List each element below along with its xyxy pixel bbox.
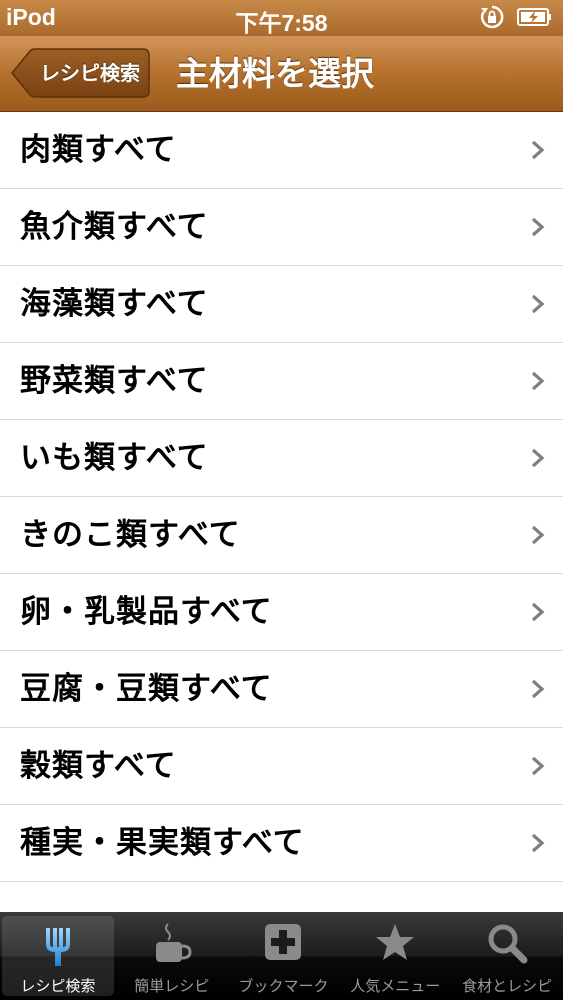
tab-label: ブックマーク [238,978,329,995]
magnifier-icon [486,922,528,968]
rotation-lock-icon [479,4,505,30]
list-item[interactable]: 豆腐・豆類すべて [0,651,563,728]
chevron-right-icon [531,602,545,622]
plus-box-icon [263,922,303,968]
chevron-right-icon [531,679,545,699]
tab-popular-menu[interactable]: 人気メニュー [339,912,451,1000]
back-button[interactable]: レシピ検索 [10,48,150,98]
list-item-label: 野菜類すべて [20,363,209,399]
navigation-bar: レシピ検索 主材料を選択 [0,36,563,112]
list-item[interactable]: 魚介類すべて [0,189,563,266]
chevron-right-icon [531,756,545,776]
tab-label: 食材とレシピ [462,978,553,995]
list-item-label: 種実・果実類すべて [20,825,305,861]
status-icons [479,4,553,30]
tab-label: 簡単レシピ [134,978,210,995]
list-item-label: 豆腐・豆類すべて [20,671,273,707]
fork-icon [38,926,78,972]
list-item[interactable]: 穀類すべて [0,728,563,805]
tab-ingredients-recipes[interactable]: 食材とレシピ [451,912,563,1000]
chevron-right-icon [531,448,545,468]
ingredient-list: 肉類すべて 魚介類すべて 海藻類すべて 野菜類すべて いも類すべて きのこ類すべ… [0,112,563,959]
list-item-label: 穀類すべて [20,748,177,784]
battery-icon [517,7,553,27]
list-item[interactable]: 野菜類すべて [0,343,563,420]
list-item-label: いも類すべて [20,440,209,476]
list-item[interactable]: 種実・果実類すべて [0,805,563,882]
chevron-right-icon [531,833,545,853]
star-icon [374,922,416,968]
chevron-right-icon [531,525,545,545]
tab-bar: レシピ検索 簡単レシピ ブックマーク 人気メニュー 食材とレシピ [0,912,563,1000]
cup-icon [150,922,194,968]
tab-easy-recipes[interactable]: 簡単レシピ [116,912,228,1000]
chevron-right-icon [531,371,545,391]
back-button-label: レシピ検索 [40,61,140,85]
list-item[interactable]: きのこ類すべて [0,497,563,574]
list-item-label: きのこ類すべて [20,517,241,553]
list-item-label: 海藻類すべて [20,286,209,322]
tab-bookmarks[interactable]: ブックマーク [228,912,340,1000]
list-item[interactable]: 卵・乳製品すべて [0,574,563,651]
status-bar: iPod 下午7:58 [0,0,563,36]
tab-recipe-search[interactable]: レシピ検索 [2,916,114,996]
list-item-label: 魚介類すべて [20,209,209,245]
list-item[interactable]: いも類すべて [0,420,563,497]
list-item-label: 肉類すべて [20,132,177,168]
tab-label: レシピ検索 [20,978,96,995]
list-item-label: 卵・乳製品すべて [20,594,273,630]
chevron-right-icon [531,217,545,237]
chevron-right-icon [531,140,545,160]
list-item[interactable]: 肉類すべて [0,112,563,189]
list-item[interactable]: 海藻類すべて [0,266,563,343]
chevron-right-icon [531,294,545,314]
page-title: 主材料を選択 [176,54,374,93]
tab-label: 人気メニュー [350,978,441,995]
